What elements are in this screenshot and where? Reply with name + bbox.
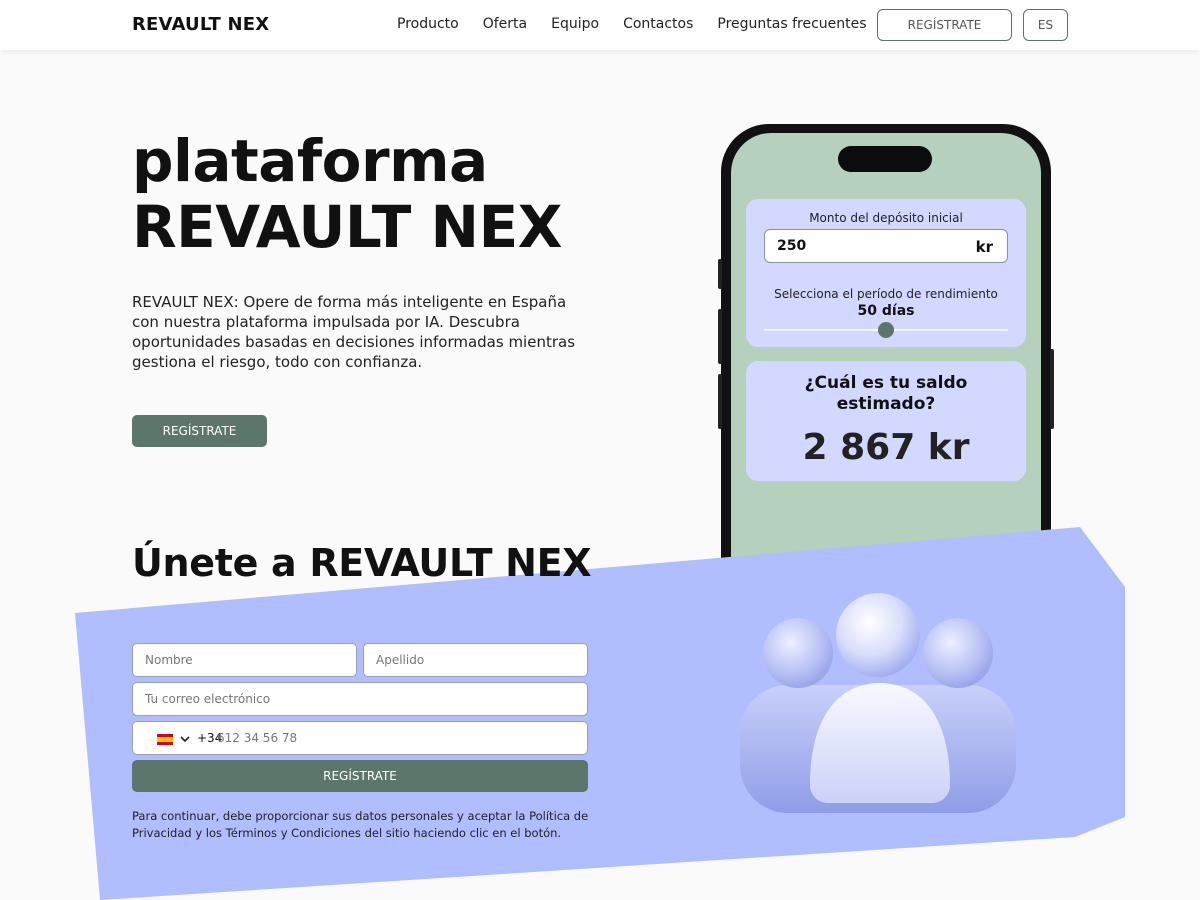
nav-link-oferta[interactable]: Oferta [483, 16, 527, 32]
logo[interactable]: REVAULT NEX [132, 14, 269, 35]
chevron-down-icon[interactable] [179, 733, 191, 745]
phone-placeholder: 612 34 56 78 [217, 731, 298, 745]
site-header: REVAULT NEX Producto Oferta Equipo Conta… [0, 0, 1200, 50]
period-slider[interactable] [764, 322, 1008, 338]
dynamic-island [838, 146, 932, 172]
hero-description: REVAULT NEX: Opere de forma más intelige… [132, 293, 576, 371]
phone-power-button [1050, 349, 1054, 429]
deposit-label: Monto del depósito inicial [809, 211, 963, 225]
hero-title: plataforma REVAULT NEX [132, 128, 692, 260]
hero-register-button[interactable]: REGÍSTRATE [132, 415, 267, 447]
nav-link-equipo[interactable]: Equipo [551, 16, 599, 32]
spain-flag-icon[interactable] [157, 734, 173, 745]
phone-field[interactable]: +34 612 34 56 78 [132, 721, 588, 755]
phone-volume-button [718, 374, 722, 429]
nav-link-contactos[interactable]: Contactos [623, 16, 693, 32]
period-label: Selecciona el período de rendimiento [774, 287, 998, 301]
result-card: ¿Cuál es tu saldo estimado? 2 867 kr [746, 361, 1026, 481]
nav-link-faq[interactable]: Preguntas frecuentes [717, 16, 866, 32]
join-title: Únete a REVAULT NEX [132, 541, 592, 585]
hero-title-line1: plataforma [132, 127, 488, 195]
deposit-card: Monto del depósito inicial 250 kr Selecc… [746, 199, 1026, 347]
users-group-icon [740, 593, 1016, 813]
currency-label: kr [975, 238, 993, 256]
signup-submit-button[interactable]: REGÍSTRATE [132, 760, 588, 792]
email-field[interactable]: Tu correo electrónico [132, 682, 588, 716]
main-nav: Producto Oferta Equipo Contactos Pregunt… [397, 16, 867, 32]
nav-link-producto[interactable]: Producto [397, 16, 459, 32]
deposit-value: 250 [777, 238, 807, 254]
last-name-field[interactable]: Apellido [363, 643, 588, 677]
hero-title-line2: REVAULT NEX [132, 193, 562, 261]
phone-side-button [718, 259, 722, 289]
first-name-field[interactable]: Nombre [132, 643, 357, 677]
language-selector[interactable]: ES [1023, 9, 1068, 41]
header-register-button[interactable]: REGÍSTRATE [877, 9, 1012, 41]
deposit-input[interactable]: 250 kr [764, 229, 1008, 263]
period-slider-thumb[interactable] [878, 322, 894, 338]
phone-volume-button [718, 309, 722, 364]
period-value: 50 días [857, 303, 915, 319]
result-question: ¿Cuál es tu saldo estimado? [804, 373, 968, 414]
result-value: 2 867 kr [802, 427, 970, 468]
consent-text: Para continuar, debe proporcionar sus da… [132, 809, 589, 840]
